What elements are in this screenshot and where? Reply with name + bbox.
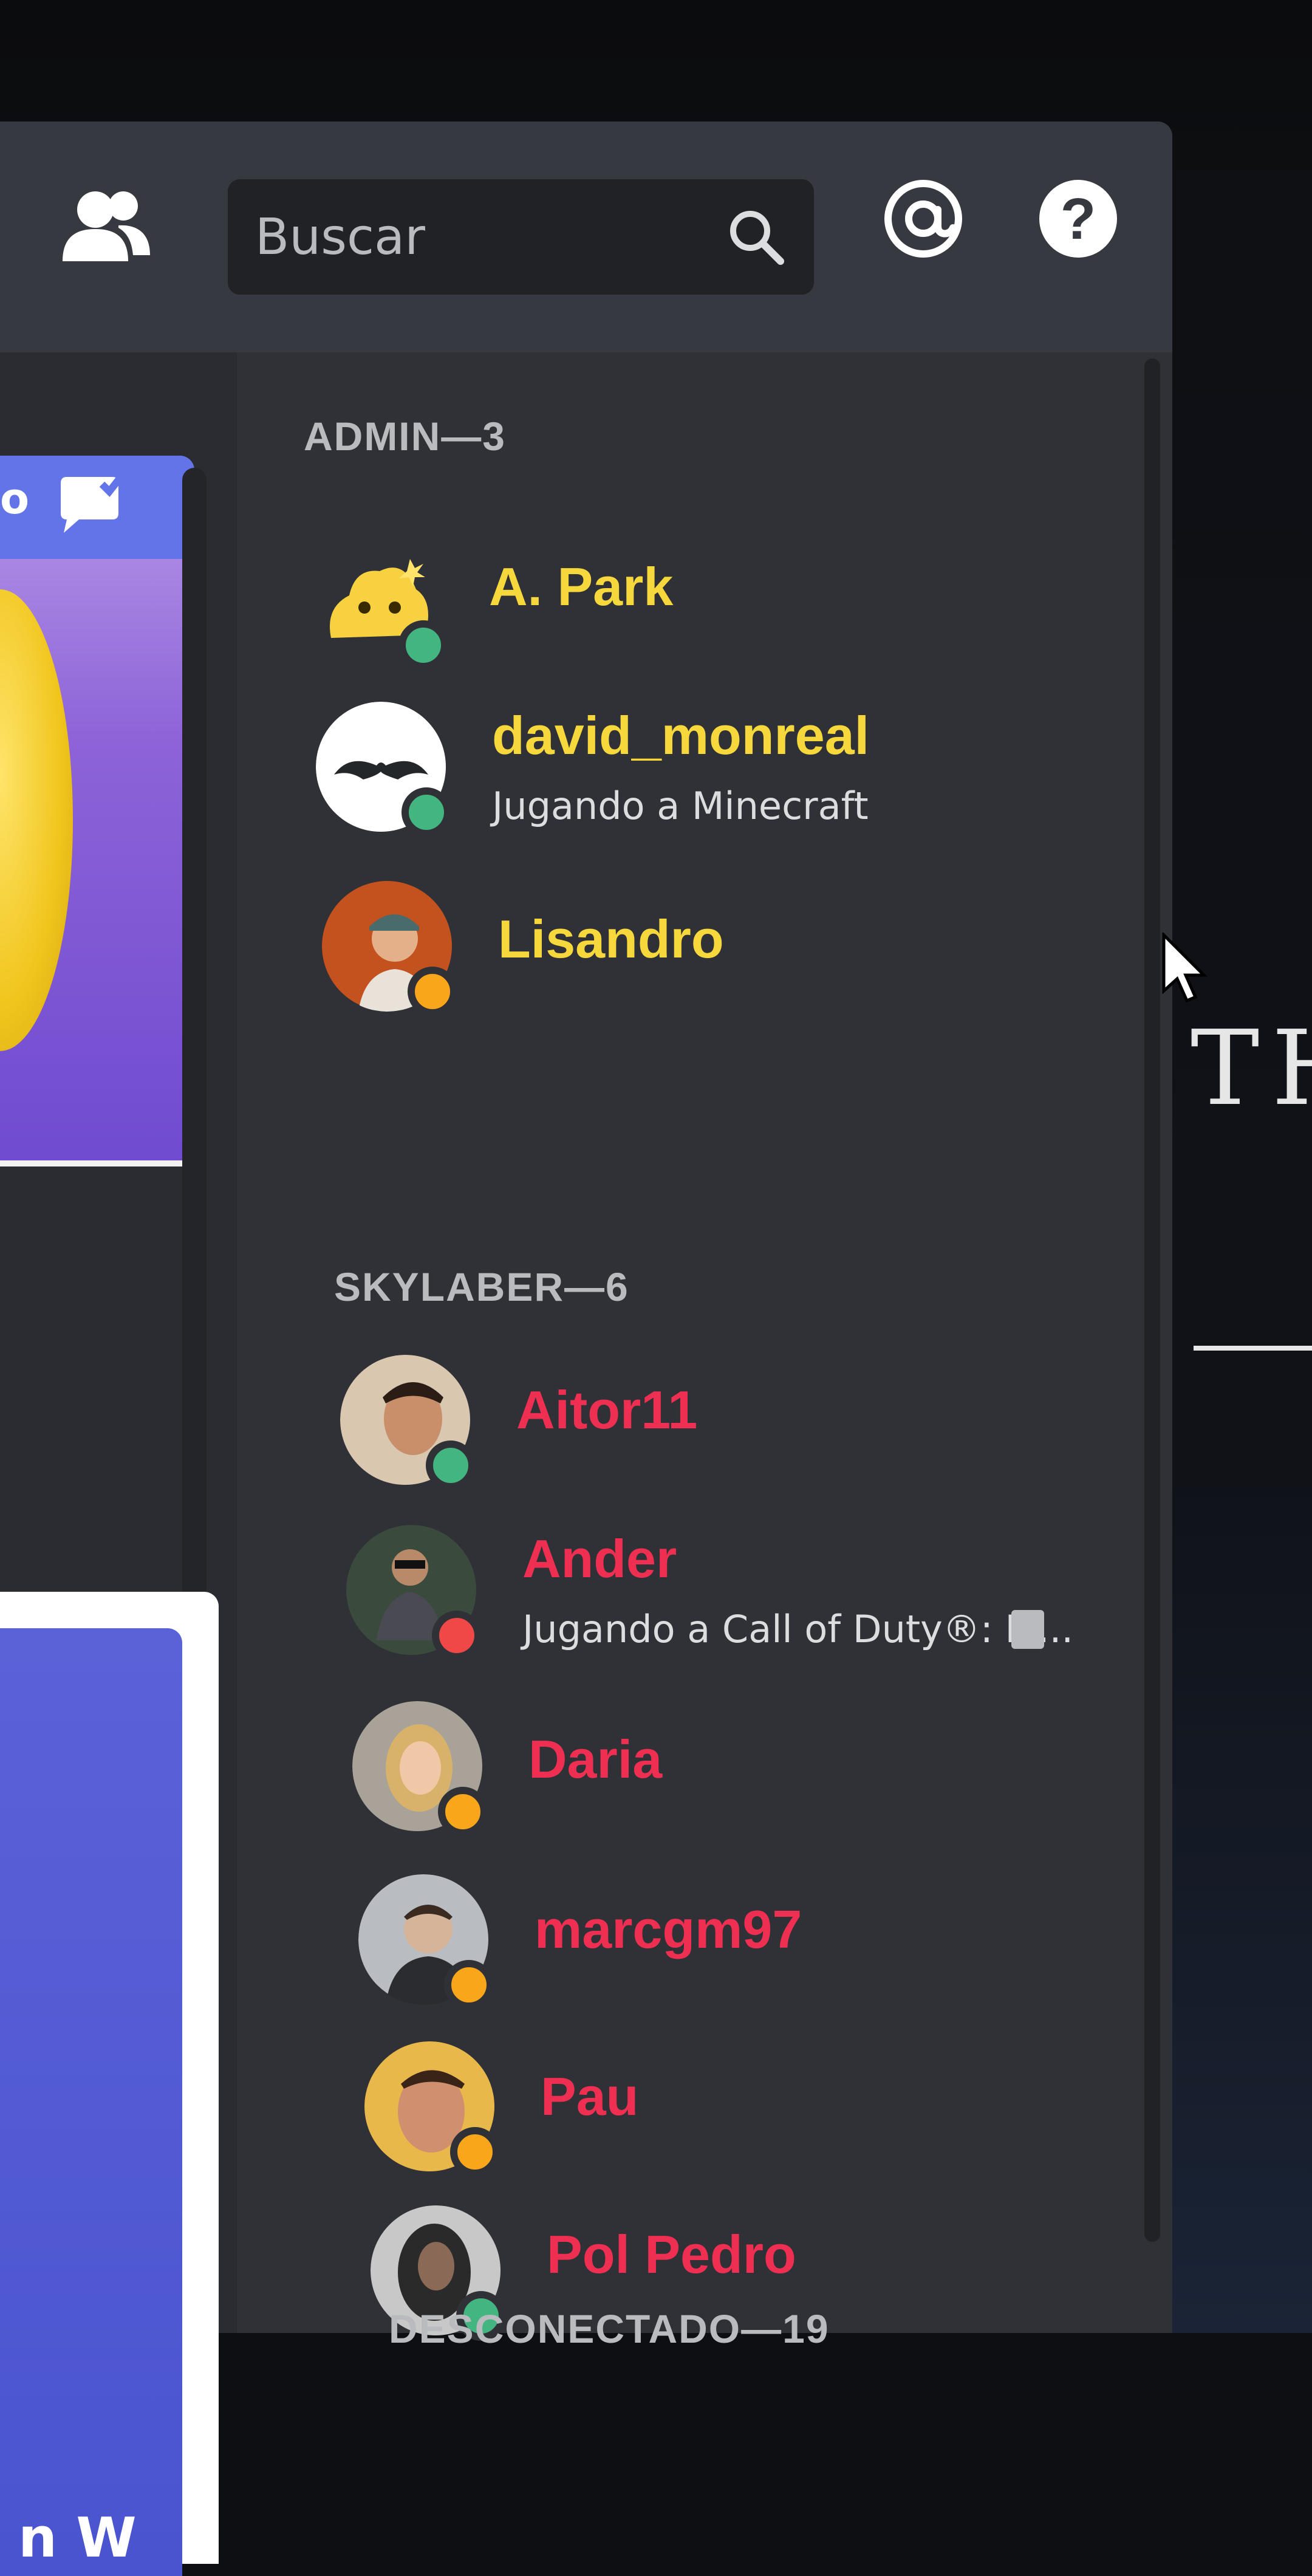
avatar bbox=[358, 1874, 494, 2010]
help-icon[interactable]: ? bbox=[1033, 173, 1124, 264]
desktop-background bbox=[1172, 170, 1312, 2333]
status-idle-icon bbox=[444, 1960, 494, 2010]
member-name: Daria bbox=[528, 1729, 663, 1789]
chat-bubble-icon bbox=[61, 472, 126, 533]
member-name: Ander bbox=[522, 1529, 677, 1589]
member-david-monreal[interactable]: david_monreal Jugando a Minecraft bbox=[316, 702, 1105, 848]
search-icon[interactable] bbox=[723, 204, 790, 270]
avatar bbox=[352, 1701, 488, 1837]
desktop-text: TH bbox=[1191, 1009, 1312, 1129]
promo-card-header: o bbox=[0, 456, 194, 559]
member-list: ADMIN—3 A. Park david_monreal Jugando a … bbox=[237, 352, 1172, 2351]
avatar bbox=[313, 535, 448, 670]
svg-text:?: ? bbox=[1061, 187, 1096, 252]
status-online-icon bbox=[401, 787, 451, 837]
member-daria[interactable]: Daria bbox=[352, 1701, 1142, 1847]
member-name: marcgm97 bbox=[535, 1899, 802, 1959]
member-activity: Jugando a Call of Duty®: M... bbox=[522, 1607, 1074, 1651]
member-a-park[interactable]: A. Park bbox=[313, 535, 1102, 680]
mention-icon[interactable] bbox=[878, 173, 969, 264]
channel-content-panel: o n W bbox=[0, 352, 243, 2576]
group-header-offline: DESCONECTADO—19 bbox=[389, 2306, 830, 2351]
member-marcgm97[interactable]: marcgm97 bbox=[358, 1874, 1148, 2020]
toolbar: Buscar ? bbox=[0, 122, 1172, 355]
mouse-cursor-icon bbox=[1162, 933, 1208, 1003]
secondary-card-text: n W bbox=[18, 2506, 137, 2570]
status-idle-icon bbox=[438, 1787, 488, 1837]
member-name: david_monreal bbox=[492, 705, 870, 766]
member-name: Pol Pedro bbox=[547, 2224, 796, 2284]
members-icon bbox=[63, 191, 150, 261]
desktop-divider bbox=[1194, 1346, 1312, 1351]
search-input[interactable]: Buscar bbox=[228, 179, 814, 295]
member-lisandro[interactable]: Lisandro bbox=[322, 881, 1112, 1027]
member-name: Lisandro bbox=[498, 909, 724, 969]
promo-card-footer bbox=[0, 1160, 194, 1166]
member-activity: Jugando a Minecraft bbox=[492, 784, 869, 828]
avatar bbox=[322, 881, 457, 1016]
avatar bbox=[346, 1525, 482, 1660]
member-name: Pau bbox=[541, 2066, 639, 2126]
status-idle-icon bbox=[408, 967, 457, 1016]
member-pau[interactable]: Pau bbox=[364, 2041, 1154, 2187]
secondary-card-banner: n W bbox=[0, 1628, 182, 2576]
member-name: A. Park bbox=[489, 557, 674, 617]
group-header-skylaber: SKYLABER—6 bbox=[334, 1264, 629, 1309]
promo-illustration bbox=[0, 589, 73, 1051]
rich-presence-icon[interactable] bbox=[1011, 1610, 1044, 1649]
secondary-card[interactable]: n W bbox=[0, 1592, 219, 2576]
status-online-icon bbox=[426, 1440, 476, 1490]
search-placeholder: Buscar bbox=[255, 208, 425, 266]
promo-card[interactable]: o bbox=[0, 456, 194, 1166]
avatar bbox=[316, 702, 451, 837]
member-name: Aitor11 bbox=[516, 1380, 698, 1440]
member-aitor11[interactable]: Aitor11 bbox=[340, 1355, 1130, 1501]
discord-window: Buscar ? o n W ADMIN—3 A. Park david_mon… bbox=[0, 122, 1172, 2576]
status-dnd-icon bbox=[432, 1611, 482, 1660]
avatar bbox=[364, 2041, 500, 2177]
status-online-icon bbox=[398, 620, 448, 670]
group-header-admin: ADMIN—3 bbox=[304, 414, 507, 459]
member-ander[interactable]: Ander Jugando a Call of Duty®: M... bbox=[346, 1525, 1136, 1671]
status-idle-icon bbox=[450, 2127, 500, 2177]
avatar bbox=[340, 1355, 476, 1490]
members-list-toggle[interactable] bbox=[55, 182, 158, 267]
promo-badge-text: o bbox=[0, 474, 30, 524]
